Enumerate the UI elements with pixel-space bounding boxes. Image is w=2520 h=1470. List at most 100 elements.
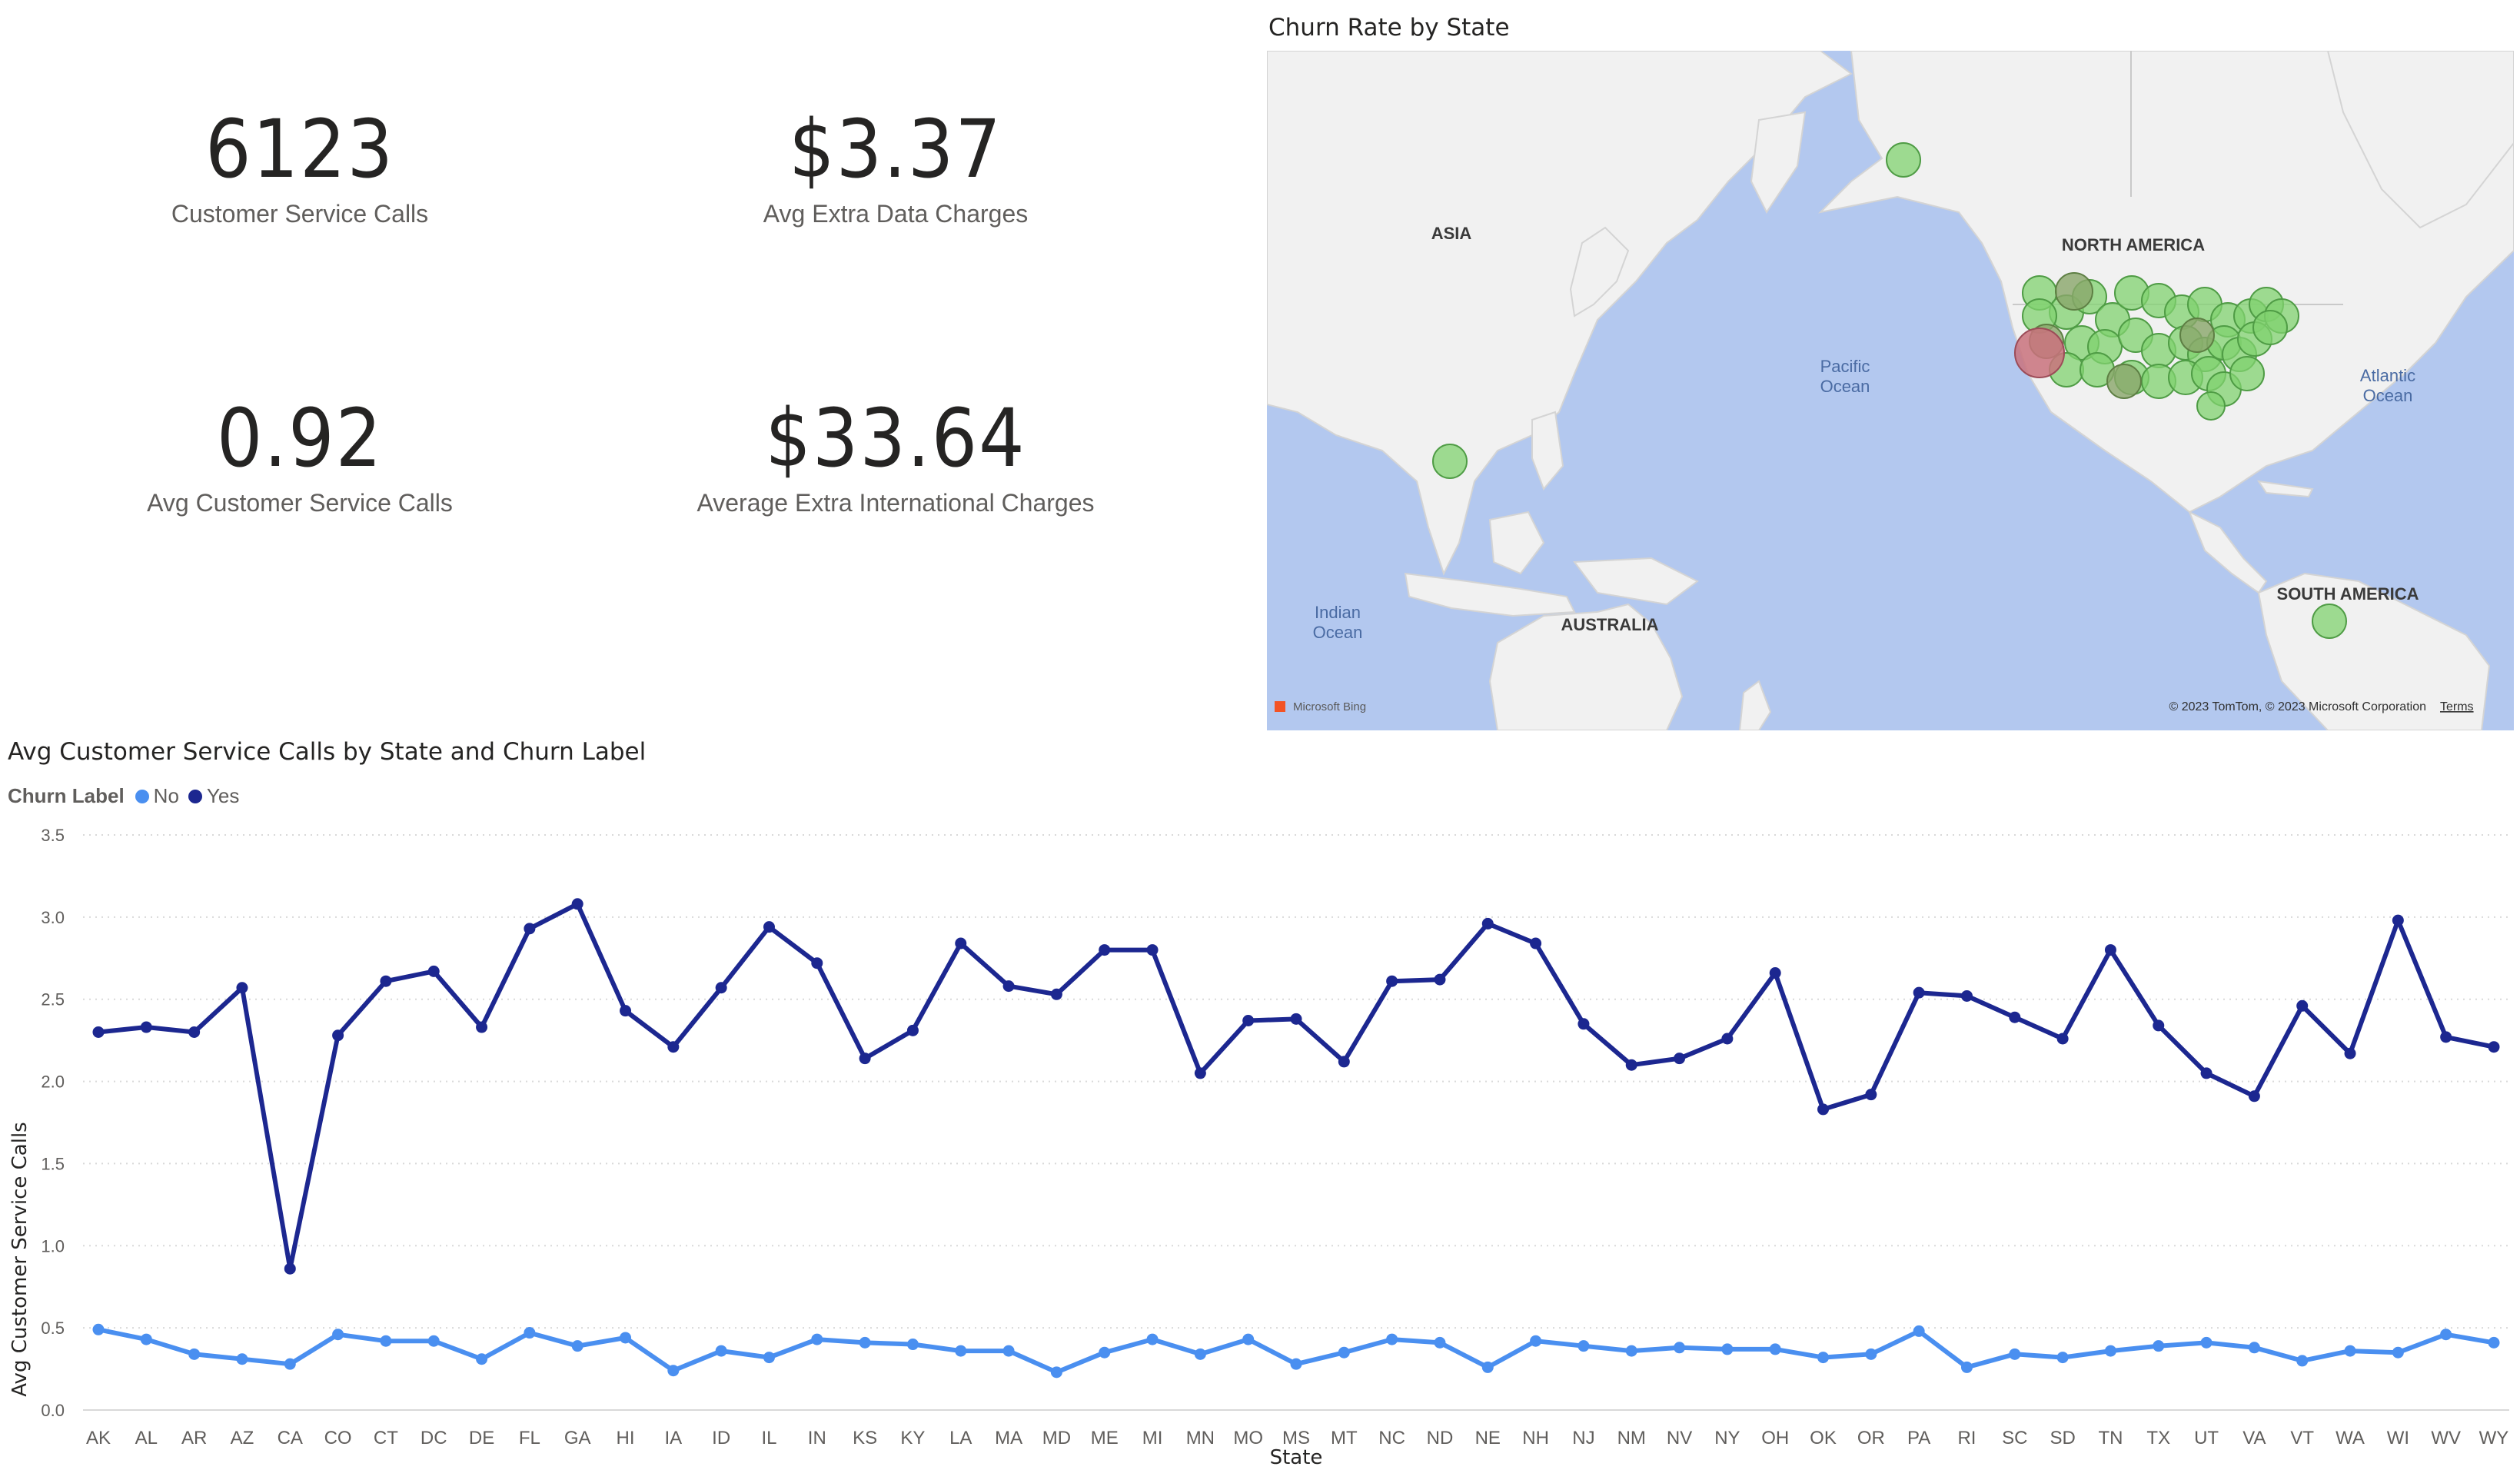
map-canvas[interactable]: ASIA NORTH AMERICA SOUTH AMERICA AUSTRAL…	[1267, 51, 2514, 730]
data-point-yes[interactable]	[92, 1026, 105, 1038]
data-point-yes[interactable]	[811, 957, 823, 969]
data-point-yes[interactable]	[715, 982, 727, 994]
data-point-no[interactable]	[811, 1333, 823, 1345]
data-point-yes[interactable]	[2344, 1047, 2356, 1059]
data-point-no[interactable]	[380, 1335, 392, 1347]
data-point-yes[interactable]	[2009, 1011, 2021, 1023]
data-point-yes[interactable]	[1530, 937, 1542, 950]
data-point-no[interactable]	[1577, 1340, 1590, 1352]
data-point-yes[interactable]	[2200, 1067, 2212, 1079]
data-point-no[interactable]	[955, 1345, 967, 1357]
data-point-yes[interactable]	[955, 937, 967, 950]
data-point-no[interactable]	[1674, 1342, 1686, 1354]
data-point-yes[interactable]	[1625, 1059, 1637, 1071]
churn-map[interactable]: ASIA NORTH AMERICA SOUTH AMERICA AUSTRAL…	[1267, 51, 2514, 730]
data-point-yes[interactable]	[620, 1005, 632, 1017]
data-point-yes[interactable]	[1242, 1014, 1255, 1026]
data-point-no[interactable]	[2104, 1345, 2116, 1357]
data-point-no[interactable]	[1242, 1333, 1255, 1345]
data-point-yes[interactable]	[1960, 989, 1973, 1002]
data-point-no[interactable]	[1769, 1343, 1781, 1355]
data-point-no[interactable]	[667, 1365, 680, 1377]
data-point-no[interactable]	[476, 1353, 488, 1365]
data-point-no[interactable]	[1625, 1345, 1637, 1357]
data-point-no[interactable]	[140, 1333, 152, 1345]
data-point-no[interactable]	[763, 1352, 775, 1364]
data-point-yes[interactable]	[2440, 1031, 2452, 1043]
data-point-no[interactable]	[188, 1348, 201, 1360]
data-point-no[interactable]	[2248, 1342, 2260, 1354]
data-point-no[interactable]	[620, 1332, 632, 1344]
data-point-yes[interactable]	[571, 898, 583, 910]
data-point-no[interactable]	[1960, 1361, 1973, 1373]
data-point-no[interactable]	[1290, 1358, 1302, 1370]
data-point-yes[interactable]	[1577, 1018, 1590, 1030]
data-point-yes[interactable]	[1434, 973, 1446, 986]
data-point-yes[interactable]	[1674, 1053, 1686, 1065]
data-point-no[interactable]	[1099, 1346, 1111, 1359]
data-point-yes[interactable]	[1721, 1033, 1734, 1045]
data-point-yes[interactable]	[1913, 986, 1925, 999]
data-point-yes[interactable]	[140, 1021, 152, 1033]
data-point-yes[interactable]	[1338, 1056, 1350, 1068]
data-point-no[interactable]	[1721, 1343, 1734, 1355]
data-point-yes[interactable]	[2296, 999, 2309, 1012]
data-point-yes[interactable]	[1817, 1103, 1830, 1116]
data-point-no[interactable]	[2488, 1336, 2500, 1349]
data-point-yes[interactable]	[1865, 1089, 1877, 1101]
data-point-no[interactable]	[2200, 1336, 2212, 1349]
data-point-no[interactable]	[1386, 1333, 1398, 1345]
data-point-no[interactable]	[2440, 1329, 2452, 1341]
data-point-no[interactable]	[427, 1335, 440, 1347]
data-point-no[interactable]	[2392, 1346, 2404, 1359]
data-point-no[interactable]	[2296, 1355, 2309, 1367]
data-point-yes[interactable]	[380, 975, 392, 987]
line-chart[interactable]: 0.0 0.5 1.0 1.5 2.0 2.5 3.0 3.5 AK AL AR AZ CA CO CT D…	[0, 815, 2520, 1470]
data-point-yes[interactable]	[859, 1053, 871, 1065]
data-point-no[interactable]	[2153, 1340, 2165, 1352]
data-point-yes[interactable]	[667, 1041, 680, 1053]
data-point-no[interactable]	[1913, 1325, 1925, 1337]
data-point-yes[interactable]	[2056, 1033, 2069, 1045]
data-point-yes[interactable]	[2248, 1090, 2260, 1102]
data-point-no[interactable]	[859, 1336, 871, 1349]
data-point-no[interactable]	[1434, 1336, 1446, 1349]
data-point-no[interactable]	[715, 1345, 727, 1357]
data-point-yes[interactable]	[1050, 988, 1062, 1000]
data-point-yes[interactable]	[2153, 1019, 2165, 1032]
data-point-yes[interactable]	[2488, 1041, 2500, 1053]
data-point-no[interactable]	[1865, 1348, 1877, 1360]
data-point-yes[interactable]	[1146, 944, 1159, 956]
data-point-no[interactable]	[1338, 1346, 1350, 1359]
data-point-yes[interactable]	[1481, 917, 1494, 930]
data-point-no[interactable]	[1146, 1333, 1159, 1345]
data-point-yes[interactable]	[763, 921, 775, 933]
data-point-no[interactable]	[2009, 1348, 2021, 1360]
data-point-yes[interactable]	[284, 1262, 296, 1275]
data-point-yes[interactable]	[1769, 967, 1781, 979]
data-point-yes[interactable]	[524, 923, 536, 935]
data-point-yes[interactable]	[1290, 1013, 1302, 1025]
data-point-yes[interactable]	[332, 1029, 344, 1042]
data-point-yes[interactable]	[1386, 975, 1398, 987]
data-point-yes[interactable]	[906, 1024, 919, 1036]
data-point-no[interactable]	[1002, 1345, 1015, 1357]
legend-item-no[interactable]: No	[135, 784, 179, 808]
data-point-no[interactable]	[92, 1323, 105, 1335]
data-point-yes[interactable]	[236, 982, 248, 994]
data-point-no[interactable]	[332, 1329, 344, 1341]
data-point-no[interactable]	[236, 1353, 248, 1365]
data-point-no[interactable]	[1530, 1335, 1542, 1347]
data-point-yes[interactable]	[1099, 944, 1111, 956]
data-point-no[interactable]	[1817, 1352, 1830, 1364]
data-point-no[interactable]	[524, 1327, 536, 1339]
data-point-yes[interactable]	[1194, 1067, 1206, 1079]
data-point-no[interactable]	[1050, 1366, 1062, 1379]
data-point-yes[interactable]	[2392, 914, 2404, 926]
data-point-yes[interactable]	[427, 965, 440, 977]
series-line-yes[interactable]	[98, 901, 2495, 1272]
data-point-yes[interactable]	[476, 1021, 488, 1033]
data-point-no[interactable]	[1194, 1348, 1206, 1360]
data-point-yes[interactable]	[1002, 980, 1015, 993]
data-point-no[interactable]	[2344, 1345, 2356, 1357]
